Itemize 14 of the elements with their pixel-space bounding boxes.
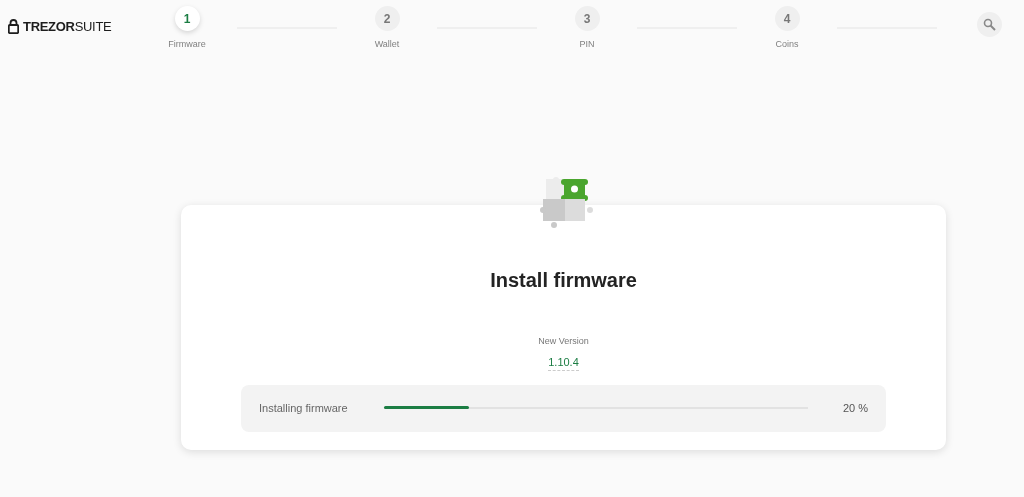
step-label: Firmware xyxy=(168,38,206,51)
logo-text: TREZORSUITE xyxy=(23,18,112,36)
step-number: 4 xyxy=(774,6,800,31)
step-number: 1 xyxy=(174,6,200,31)
progress-percentage: 20 % xyxy=(841,400,868,416)
version-number: 1.10.4 xyxy=(548,353,579,371)
step-label: PIN xyxy=(579,38,595,51)
step-number: 3 xyxy=(574,6,600,31)
card-title: Install firmware xyxy=(489,268,638,293)
step-label: Wallet xyxy=(374,38,400,51)
version-label: New Version xyxy=(537,335,590,348)
progress-label: Installing firmware xyxy=(259,400,349,416)
step-label: Coins xyxy=(775,38,799,51)
step-number: 2 xyxy=(374,6,400,31)
